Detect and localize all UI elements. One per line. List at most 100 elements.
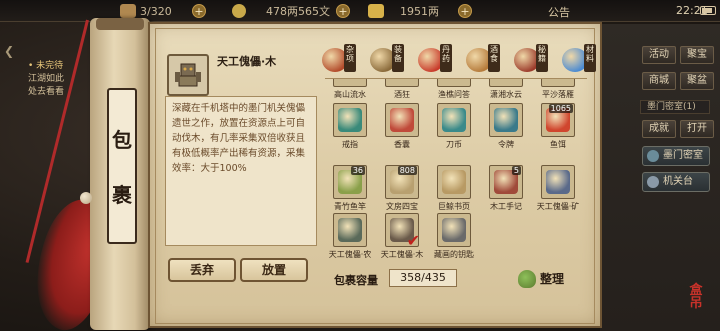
item-name: 香囊 xyxy=(394,140,410,149)
item-quantity: 36 xyxy=(350,166,365,175)
gold-resource: 1951两 xyxy=(368,3,439,19)
puppet-farm-icon xyxy=(338,218,362,242)
selected-check-icon: ✔ xyxy=(406,231,420,250)
item-slot[interactable] xyxy=(385,103,419,137)
item-name: 刀币 xyxy=(446,140,462,149)
item-slot[interactable]: 36 xyxy=(333,165,367,199)
ring-icon xyxy=(338,108,362,132)
item-name: 戒指 xyxy=(342,140,358,149)
puppet-mine-icon xyxy=(546,170,570,194)
item-slot[interactable]: 1065 xyxy=(541,103,575,137)
gold-ingot-icon xyxy=(368,4,384,18)
treasure-button[interactable]: 聚宝 xyxy=(680,46,714,64)
item-name: 天工傀儡·矿 xyxy=(536,202,580,211)
item-label-partial: 高山流水 xyxy=(334,90,366,99)
category-label: 酒食 xyxy=(488,44,500,72)
item-name: 文房四宝 xyxy=(386,202,418,211)
category-label: 秘籍 xyxy=(536,44,548,72)
item-slot[interactable] xyxy=(437,213,471,247)
item-name: 天工傀儡·农 xyxy=(328,250,372,259)
logo-seal: 盒吊 xyxy=(689,283,703,311)
secret-room-button[interactable]: 墨门密室 xyxy=(642,146,710,166)
sort-button[interactable]: 整理 xyxy=(518,268,572,290)
item-slot[interactable] xyxy=(333,213,367,247)
gold-value: 1951两 xyxy=(400,5,439,18)
capacity-label: 包裹容量 xyxy=(334,274,378,287)
item-quantity: 5 xyxy=(511,166,521,175)
key-icon xyxy=(442,218,466,242)
token-icon xyxy=(494,108,518,132)
place-button[interactable]: 放置 xyxy=(240,258,308,282)
item-slot-partial[interactable] xyxy=(385,79,419,87)
tassel-bead-decoration xyxy=(80,192,92,204)
item-label-partial: 平沙落雁 xyxy=(542,90,574,99)
item-slot[interactable] xyxy=(333,103,367,137)
category-tab-3[interactable]: 酒食 xyxy=(464,42,508,76)
basin-button[interactable]: 聚盆 xyxy=(680,72,714,90)
selected-item-icon xyxy=(167,54,209,96)
stamina-value: 3/320 xyxy=(140,4,172,18)
category-label: 杂项 xyxy=(344,44,356,72)
bag-title-char-1: 包 xyxy=(112,128,132,152)
selected-item-name: 天工傀儡·木 xyxy=(217,55,277,68)
category-tab-5[interactable]: 材料 xyxy=(560,42,604,76)
achievement-button[interactable]: 成就 xyxy=(642,120,676,138)
category-label: 材料 xyxy=(584,44,596,72)
puppet-wood-icon xyxy=(175,63,201,87)
secret-room-mini-tab[interactable]: 墨门密室(1) xyxy=(640,100,710,114)
sort-label: 整理 xyxy=(540,272,565,286)
item-quantity: 808 xyxy=(397,166,417,175)
category-tab-0[interactable]: 杂项 xyxy=(320,42,364,76)
secret-room-label: 墨门密室 xyxy=(663,150,703,161)
mechanism-table-button[interactable]: 机关台 xyxy=(642,172,710,192)
item-slot[interactable] xyxy=(489,103,523,137)
gear-icon xyxy=(647,176,659,188)
item-name: 令牌 xyxy=(498,140,514,149)
category-label: 装备 xyxy=(392,44,404,72)
item-slot-partial[interactable] xyxy=(541,79,575,87)
category-tab-2[interactable]: 丹药 xyxy=(416,42,460,76)
item-slot[interactable] xyxy=(437,165,471,199)
stamina-icon xyxy=(120,4,136,18)
item-slot-partial[interactable] xyxy=(437,79,471,87)
item-label-partial: 潇湘水云 xyxy=(490,90,522,99)
selected-item-description: 深藏在千机塔中的墨门机关傀儡遗世之作，放置在资源点上可自动伐木，有几率采集双倍收… xyxy=(165,96,317,246)
activity-button[interactable]: 活动 xyxy=(642,46,676,64)
collapse-arrow-icon[interactable]: ❮ xyxy=(4,44,14,58)
item-slot[interactable] xyxy=(437,103,471,137)
copper-value: 478两565文 xyxy=(266,5,330,18)
bag-title-char-2: 裹 xyxy=(112,183,132,207)
category-label: 丹药 xyxy=(440,44,452,72)
item-name: 青竹鱼竿 xyxy=(334,202,366,211)
item-slot[interactable] xyxy=(541,165,575,199)
battery-icon xyxy=(700,6,716,15)
stamina-add-button[interactable]: + xyxy=(192,4,206,18)
item-slot-partial[interactable] xyxy=(489,79,523,87)
item-slot[interactable]: 5 xyxy=(489,165,523,199)
money-bag-icon xyxy=(518,270,536,288)
item-label-partial: 渔樵问答 xyxy=(438,90,470,99)
coin-icon xyxy=(232,4,246,18)
gate-icon xyxy=(647,150,659,162)
category-tab-1[interactable]: 装备 xyxy=(368,42,412,76)
gold-add-button[interactable]: + xyxy=(458,4,472,18)
mechanism-table-label: 机关台 xyxy=(663,176,693,187)
scroll-page-icon xyxy=(442,170,466,194)
discard-button[interactable]: 丢弃 xyxy=(168,258,236,282)
capacity-value: 358/435 xyxy=(389,269,457,287)
item-slot[interactable]: 808 xyxy=(385,165,419,199)
shop-button[interactable]: 商城 xyxy=(642,72,676,90)
item-grid: 高山流水 酒狂 渔樵问答 潇湘水云 平沙落雁 戒指 香囊 刀币 令牌 1065 鱼饵 36 青竹鱼竿 80… xyxy=(325,78,587,268)
open-button[interactable]: 打开 xyxy=(680,120,714,138)
item-name: 天工傀儡·木 xyxy=(380,250,424,259)
category-tab-4[interactable]: 秘籍 xyxy=(512,42,556,76)
sachet-icon xyxy=(390,108,414,132)
stamina-resource: 3/320 xyxy=(120,3,172,19)
copper-add-button[interactable]: + xyxy=(336,4,350,18)
item-slot-partial[interactable] xyxy=(333,79,367,87)
copper-resource: 478两565文 xyxy=(232,3,330,19)
item-slot[interactable]: ✔ xyxy=(385,213,420,250)
item-name: 藏画的钥匙 xyxy=(434,250,474,259)
knife-coin-icon xyxy=(442,108,466,132)
announcement-button[interactable]: 公告 xyxy=(548,4,570,20)
